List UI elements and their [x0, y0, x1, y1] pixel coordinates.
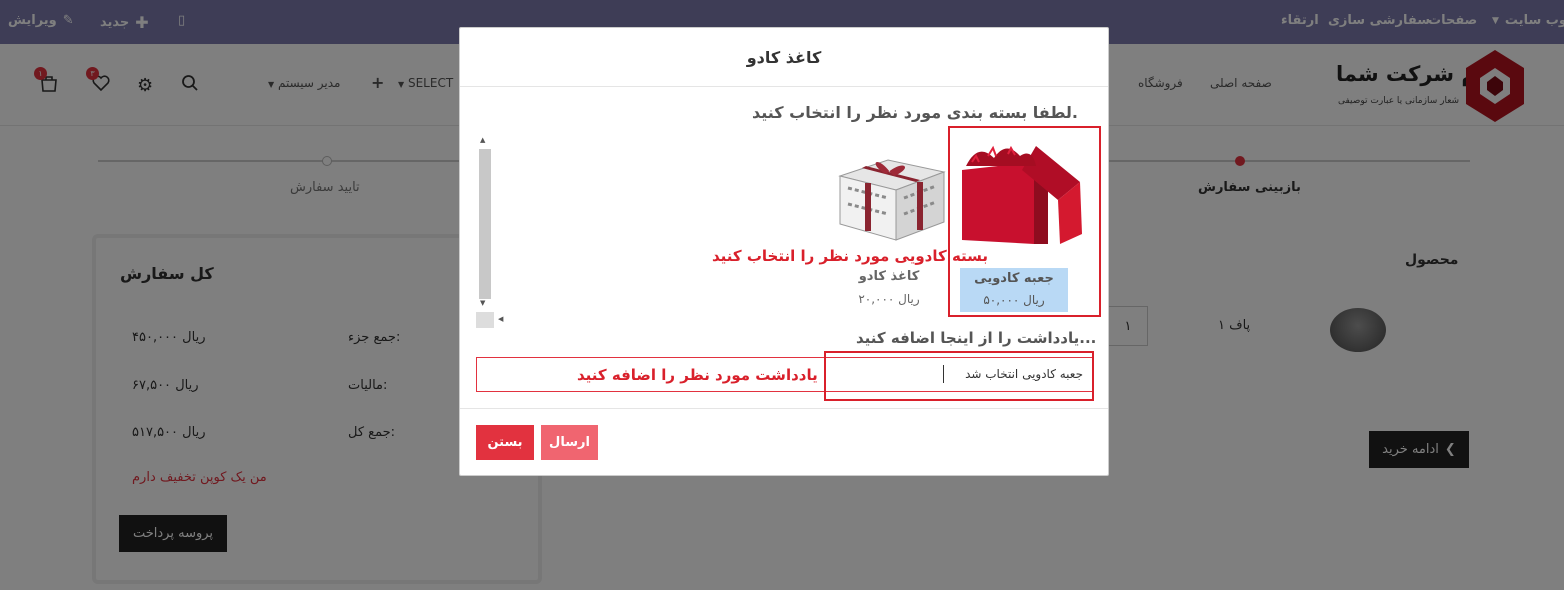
note-annotation-text: یادداشت مورد نظر را اضافه کنید: [577, 366, 818, 384]
gift-paper-name: کاغذ کادو: [858, 269, 920, 284]
scroll-left-icon[interactable]: ◀: [498, 315, 503, 323]
scrollbar-corner: [476, 312, 494, 328]
instruction-text: لطفا بسته بندی مورد نظر را انتخاب کنید.: [751, 103, 1078, 122]
vertical-scrollbar[interactable]: ▲ ▼: [479, 136, 491, 312]
modal-footer-divider: [460, 408, 1108, 409]
gift-paper-option[interactable]: کاغذ کادو ۲۰,۰۰۰ ریال: [828, 136, 948, 311]
select-annotation-text: بسته کادویی مورد نظر را انتخاب کنید: [712, 247, 989, 265]
send-button[interactable]: ارسال: [541, 425, 598, 460]
send-label: ارسال: [549, 435, 590, 450]
scroll-down-icon[interactable]: ▼: [480, 299, 485, 307]
gift-wrap-modal: کاغذ کادو لطفا بسته بندی مورد نظر را انت…: [459, 27, 1109, 476]
modal-title: کاغذ کادو: [460, 28, 1108, 87]
selection-annotation-box: [948, 126, 1101, 317]
close-button[interactable]: بستن: [476, 425, 534, 460]
close-label: بستن: [487, 435, 523, 450]
note-label: یادداشت را از اینجا اضافه کنید...: [856, 329, 1097, 347]
note-annotation-box: [824, 351, 1094, 401]
gift-paper-price: ۲۰,۰۰۰ ریال: [858, 292, 920, 306]
scroll-up-icon[interactable]: ▲: [480, 136, 485, 144]
gift-paper-image: [838, 159, 946, 241]
scrollbar-thumb[interactable]: [479, 149, 491, 299]
